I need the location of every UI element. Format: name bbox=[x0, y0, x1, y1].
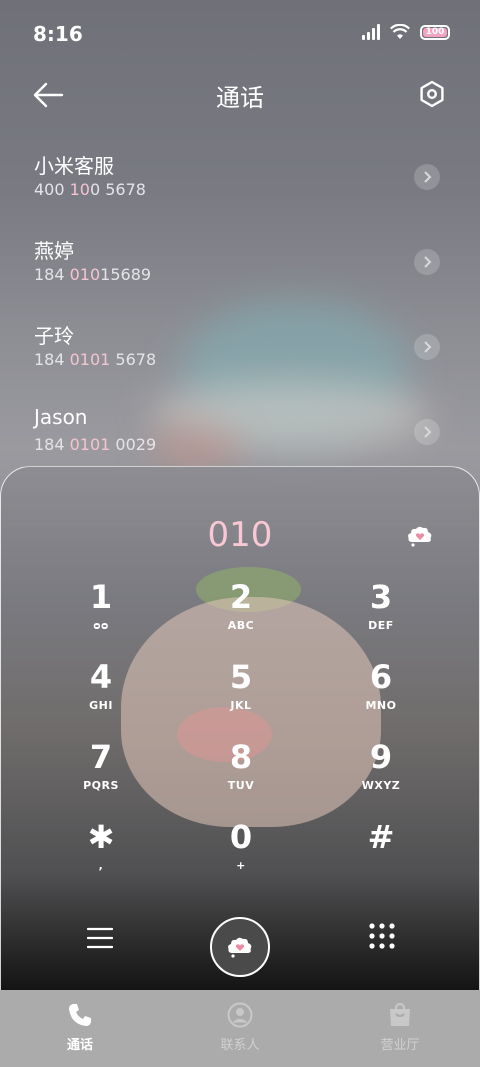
settings-icon[interactable] bbox=[418, 80, 446, 108]
contact-detail-button[interactable] bbox=[414, 334, 440, 360]
nav-label: 通话 bbox=[66, 1038, 93, 1053]
nav-label: 营业厅 bbox=[380, 1038, 420, 1053]
wifi-icon bbox=[390, 24, 410, 39]
contact-icon bbox=[227, 1002, 253, 1028]
contact-number: 400 100 5678 bbox=[34, 180, 146, 199]
contact-name: 燕婷 bbox=[34, 239, 74, 263]
status-time: 8:16 bbox=[33, 22, 83, 46]
chevron-right-icon bbox=[424, 256, 432, 268]
header: 通话 bbox=[0, 70, 480, 120]
contact-detail-button[interactable] bbox=[414, 164, 440, 190]
dialpad-toggle-icon[interactable] bbox=[369, 923, 395, 949]
dialpad-keys: 1 ᴑᴑ 2 ABC 3 DEF 4 GHI 5 JKL 6 MNO 7 PQRS 8 TUV … bbox=[31, 579, 451, 899]
contact-row[interactable]: 燕婷 184 01015689 bbox=[0, 225, 480, 310]
pig-cloud-icon bbox=[228, 937, 252, 958]
nav-tab-contacts[interactable]: 联系人 bbox=[160, 990, 320, 1067]
dial-key-9[interactable]: 9 WXYZ bbox=[311, 739, 451, 819]
dial-key-2[interactable]: 2 ABC bbox=[171, 579, 311, 659]
dialpad-actions bbox=[1, 913, 479, 983]
contact-row[interactable]: 子玲 184 0101 5678 bbox=[0, 310, 480, 395]
dial-key-1[interactable]: 1 ᴑᴑ bbox=[31, 579, 171, 659]
dial-key-hash[interactable]: # bbox=[311, 819, 451, 899]
dial-key-7[interactable]: 7 PQRS bbox=[31, 739, 171, 819]
bottom-nav: 通话 联系人 营业厅 bbox=[0, 990, 480, 1067]
nav-label: 联系人 bbox=[220, 1038, 260, 1053]
contact-number: 184 0101 0029 bbox=[34, 435, 157, 454]
dial-key-6[interactable]: 6 MNO bbox=[311, 659, 451, 739]
nav-tab-calls[interactable]: 通话 bbox=[0, 990, 160, 1067]
contact-detail-button[interactable] bbox=[414, 249, 440, 275]
contact-name: 子玲 bbox=[34, 324, 74, 348]
contact-detail-button[interactable] bbox=[414, 419, 440, 445]
contact-number: 184 0101 5678 bbox=[34, 350, 157, 369]
number-match-highlight: 0101 bbox=[69, 350, 111, 369]
contact-name: Jason bbox=[34, 405, 88, 429]
menu-icon[interactable] bbox=[87, 927, 113, 949]
number-match-highlight: 0101 bbox=[69, 435, 111, 454]
contact-row[interactable]: 小米客服 400 100 5678 bbox=[0, 140, 480, 225]
dialpad-panel: 010 1 ᴑᴑ 2 ABC 3 DEF 4 GHI 5 JKL 6 MNO 7 PQRS 8… bbox=[0, 466, 480, 990]
page-title: 通话 bbox=[216, 84, 264, 112]
dial-key-3[interactable]: 3 DEF bbox=[311, 579, 451, 659]
dial-key-0[interactable]: 0 + bbox=[171, 819, 311, 899]
number-match-highlight: 010 bbox=[69, 265, 101, 284]
contact-number: 184 01015689 bbox=[34, 265, 152, 284]
nav-tab-store[interactable]: 营业厅 bbox=[320, 990, 480, 1067]
contact-suggestion-list: 小米客服 400 100 5678 燕婷 184 01015689 子玲 184… bbox=[0, 140, 480, 480]
dial-key-4[interactable]: 4 GHI bbox=[31, 659, 171, 739]
chevron-right-icon bbox=[424, 426, 432, 438]
call-button[interactable] bbox=[210, 917, 270, 977]
battery-icon: 100 bbox=[420, 24, 450, 40]
chevron-right-icon bbox=[424, 341, 432, 353]
signal-icon bbox=[362, 24, 380, 40]
contact-name: 小米客服 bbox=[34, 154, 114, 178]
pig-cloud-icon[interactable] bbox=[407, 525, 433, 547]
shopping-bag-icon bbox=[390, 1002, 410, 1026]
phone-icon bbox=[69, 1004, 91, 1026]
dial-key-8[interactable]: 8 TUV bbox=[171, 739, 311, 819]
chevron-right-icon bbox=[424, 171, 432, 183]
voicemail-icon: ᴑᴑ bbox=[93, 619, 109, 632]
dial-key-5[interactable]: 5 JKL bbox=[171, 659, 311, 739]
battery-level: 100 bbox=[425, 27, 445, 37]
dial-key-star[interactable]: ✱, bbox=[31, 819, 171, 899]
number-match-highlight: 10 bbox=[69, 180, 90, 199]
status-bar: 8:16 100 bbox=[0, 0, 480, 66]
status-icons: 100 bbox=[362, 24, 450, 40]
